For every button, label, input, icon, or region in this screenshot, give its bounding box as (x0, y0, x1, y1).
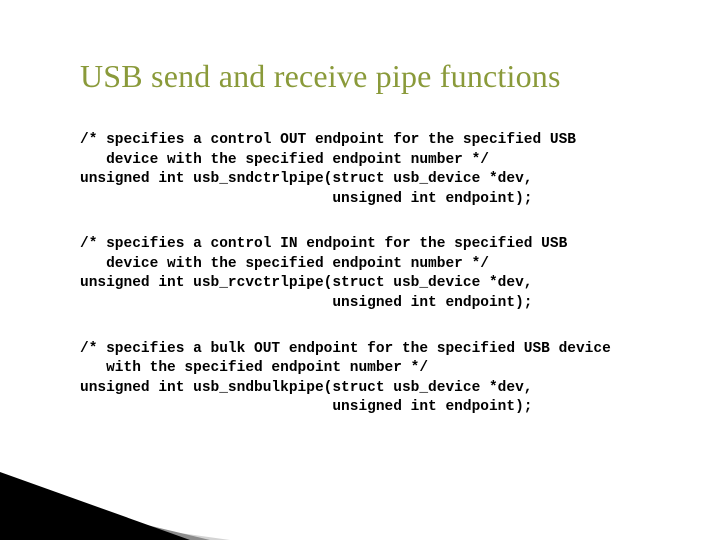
corner-wedge-decoration (0, 450, 230, 540)
slide-title: USB send and receive pipe functions (80, 58, 648, 95)
code-block-sndctrl: /* specifies a control OUT endpoint for … (80, 131, 648, 209)
slide: USB send and receive pipe functions /* s… (0, 0, 720, 540)
code-block-rcvctrl: /* specifies a control IN endpoint for t… (80, 235, 648, 313)
code-block-sndbulk: /* specifies a bulk OUT endpoint for the… (80, 340, 648, 418)
